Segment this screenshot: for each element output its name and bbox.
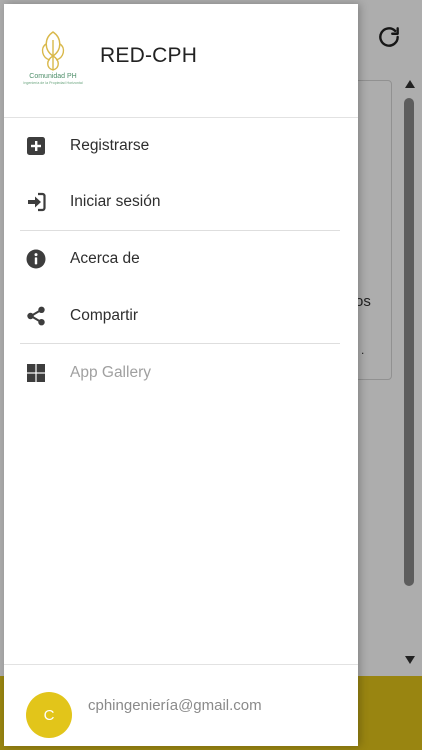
menu-label-app-gallery: App Gallery <box>70 364 151 381</box>
drawer-footer: C cphingeniería@gmail.com <box>4 664 358 746</box>
menu-label-registrarse: Registrarse <box>70 137 150 154</box>
menu-item-app-gallery[interactable]: App Gallery <box>4 345 358 401</box>
menu-label-compartir: Compartir <box>70 307 139 324</box>
navigation-drawer: Comunidad PH Ingeniería de la Propiedad … <box>4 4 358 746</box>
svg-text:Ingeniería de la Propiedad Hor: Ingeniería de la Propiedad Horizontal <box>23 81 83 85</box>
drawer-header: Comunidad PH Ingeniería de la Propiedad … <box>4 4 358 118</box>
menu-item-compartir[interactable]: Compartir <box>4 288 358 344</box>
menu-label-acerca-de: Acerca de <box>70 250 140 267</box>
info-circle-icon <box>26 249 46 269</box>
app-title: RED-CPH <box>100 44 198 67</box>
comunidad-ph-logo: Comunidad PH Ingeniería de la Propiedad … <box>23 31 83 85</box>
menu-item-iniciar-sesion[interactable]: Iniciar sesión <box>4 174 358 230</box>
user-avatar[interactable]: C <box>26 692 72 738</box>
menu-divider <box>20 343 340 344</box>
plus-square-icon <box>27 137 45 155</box>
menu-label-iniciar-sesion: Iniciar sesión <box>70 193 161 210</box>
sign-in-icon <box>28 192 46 212</box>
menu-item-registrarse[interactable]: Registrarse <box>4 118 358 174</box>
svg-text:Comunidad PH: Comunidad PH <box>29 73 76 80</box>
share-icon <box>27 306 45 326</box>
user-email: cphingeniería@gmail.com <box>88 697 262 714</box>
grid-icon <box>27 364 45 382</box>
menu-item-acerca-de[interactable]: Acerca de <box>4 231 358 287</box>
